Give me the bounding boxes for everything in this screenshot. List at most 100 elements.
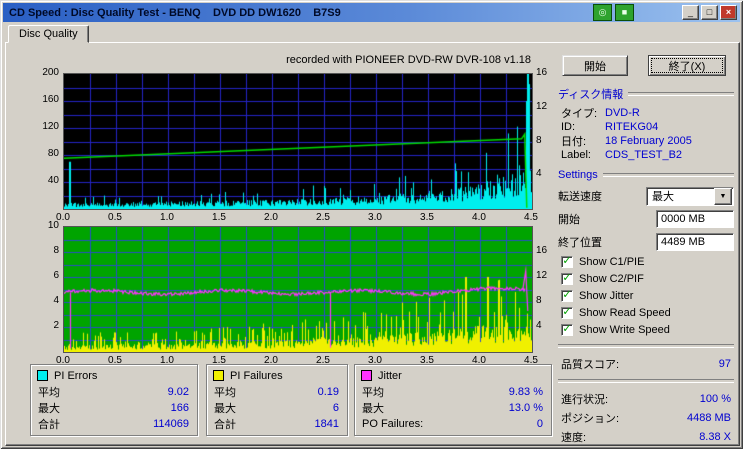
progress-value: 100 % [699, 392, 731, 405]
avg-value: 9.83 % [508, 386, 543, 398]
avg-label: 平均 [38, 387, 60, 399]
transfer-speed-value: 最大 [652, 191, 674, 203]
checkbox-label: Show C2/PIF [579, 273, 644, 285]
divider [558, 344, 734, 348]
checkbox-label: Show Read Speed [579, 307, 671, 319]
check-icon: ✓ [562, 306, 572, 318]
maximize-button[interactable]: □ [701, 5, 718, 20]
checkbox[interactable]: ✓ [561, 307, 573, 319]
disc-id-row: ID: RITEKG04 [561, 121, 659, 133]
checkbox-show-jitter[interactable]: ✓ Show Jitter [561, 288, 734, 304]
start-position-input[interactable] [656, 210, 734, 228]
jitter-swatch [361, 370, 372, 381]
check-icon: ✓ [562, 255, 572, 267]
start-position-label: 開始 [558, 214, 580, 226]
tab-disc-quality[interactable]: Disc Quality [8, 25, 89, 43]
avg-label: 平均 [362, 387, 384, 399]
avg-value: 0.19 [317, 386, 339, 398]
axis-tick: 80 [47, 148, 59, 159]
axis-tick: 10 [47, 220, 59, 231]
checkbox[interactable]: ✓ [561, 273, 573, 285]
pi-failures-swatch [213, 370, 224, 381]
total-label: 合計 [38, 419, 60, 431]
max-label: 最大 [214, 403, 236, 415]
pi-failures-canvas [63, 226, 533, 353]
checkbox-label: Show Jitter [579, 290, 634, 302]
avg-label: 平均 [214, 387, 236, 399]
chart-icon-glyph: ■ [621, 7, 628, 17]
total-label: 合計 [214, 419, 236, 431]
end-position-row: 終了位置 [558, 231, 734, 253]
divider [558, 379, 734, 383]
axis-tick: 120 [42, 121, 59, 132]
disc-info-header: ディスク情報 [558, 86, 734, 102]
disc-icon[interactable]: ◎ [593, 4, 612, 21]
transfer-speed-label: 転送速度 [558, 191, 602, 203]
pi-errors-canvas [63, 73, 533, 210]
checkbox-show-c2-pif[interactable]: ✓ Show C2/PIF [561, 271, 734, 287]
axis-tick: 40 [47, 175, 59, 186]
disc-quality-page: recorded with PIONEER DVD-RW DVR-108 v1.… [5, 42, 740, 446]
checkbox[interactable]: ✓ [561, 324, 573, 336]
divider [602, 173, 734, 177]
checkbox-label: Show C1/PIE [579, 256, 645, 268]
transfer-speed-row: 転送速度 最大 ▼ [558, 185, 734, 207]
speed-row: 速度: 8.38 X [558, 427, 734, 446]
quality-score-label: 品質スコア: [561, 358, 620, 371]
axis-tick: 160 [42, 94, 59, 105]
position-label: ポジション: [561, 412, 620, 425]
check-icon: ✓ [562, 289, 572, 301]
axis-tick: 16 [536, 245, 548, 256]
checkbox[interactable]: ✓ [561, 256, 573, 268]
jitter-legend: Jitter 平均 9.83 % 最大 13.0 % PO Failures: 0 [354, 364, 552, 436]
axis-tick: 16 [536, 67, 548, 78]
legend-title: PI Errors [54, 369, 98, 382]
axis-tick: 12 [536, 270, 548, 281]
total-value: 114069 [153, 418, 189, 430]
axis-tick: 8 [536, 134, 542, 146]
check-icon: ✓ [562, 323, 572, 335]
pi-failures-legend: PI Failures 平均 0.19 最大 6 合計 1841 [206, 364, 348, 436]
divider [628, 92, 734, 96]
checkbox-show-write-speed[interactable]: ✓ Show Write Speed [561, 322, 734, 338]
app-window: CD Speed : Disc Quality Test - BENQ DVD … [0, 0, 743, 449]
checkbox-show-read-speed[interactable]: ✓ Show Read Speed [561, 305, 734, 321]
position-value: 4488 MB [686, 411, 731, 424]
checkbox-label: Show Write Speed [579, 324, 670, 336]
pi-errors-legend: PI Errors 平均 9.02 最大 166 合計 114069 [30, 364, 198, 436]
total-value: 1841 [314, 418, 339, 430]
transfer-speed-select[interactable]: 最大 ▼ [646, 186, 734, 206]
chevron-down-icon[interactable]: ▼ [714, 187, 732, 205]
max-value: 6 [332, 402, 339, 414]
quality-score-row: 品質スコア: 97 [558, 354, 734, 373]
minimize-button[interactable]: _ [682, 5, 699, 20]
titlebar[interactable]: CD Speed : Disc Quality Test - BENQ DVD … [3, 3, 740, 22]
tab-strip: Disc Quality [8, 25, 89, 43]
max-label: 最大 [38, 403, 60, 415]
start-button[interactable]: 開始 [562, 55, 628, 76]
max-value: 13.0 % [508, 402, 543, 414]
checkbox[interactable]: ✓ [561, 290, 573, 302]
po-failures-value: 0 [536, 418, 543, 430]
settings-header: Settings [558, 169, 734, 181]
legend-title: PI Failures [230, 369, 283, 382]
exit-button[interactable]: 終了(X) [648, 55, 726, 76]
window-title: CD Speed : Disc Quality Test - BENQ DVD … [9, 6, 341, 19]
close-button[interactable]: × [720, 5, 737, 20]
end-position-label: 終了位置 [558, 237, 602, 249]
chart-icon[interactable]: ■ [615, 4, 634, 21]
pi-failures-chart: 10 8 6 4 2 16 12 8 4 0.0 0.5 1.0 1.5 2.0 2.5 3.0 3.5 4.0 4… [33, 220, 573, 368]
disc-type-row: タイプ: DVD-R [561, 107, 640, 120]
axis-tick: 4 [53, 295, 59, 306]
checkbox-show-c1-pie[interactable]: ✓ Show C1/PIE [561, 254, 734, 270]
end-position-input[interactable] [656, 233, 734, 251]
axis-tick: 200 [42, 67, 59, 78]
axis-tick: 8 [53, 245, 59, 256]
avg-value: 9.02 [167, 386, 189, 398]
recorded-with-label: recorded with PIONEER DVD-RW DVR-108 v1.… [286, 54, 531, 66]
axis-tick: 12 [536, 100, 548, 112]
position-row: ポジション: 4488 MB [558, 408, 734, 427]
axis-tick: 6 [53, 270, 59, 281]
po-failures-label: PO Failures: [362, 418, 424, 430]
side-panel: 開始 終了(X) ディスク情報 タイプ: DVD-R ID: RITEKG04 日付… [558, 51, 734, 446]
